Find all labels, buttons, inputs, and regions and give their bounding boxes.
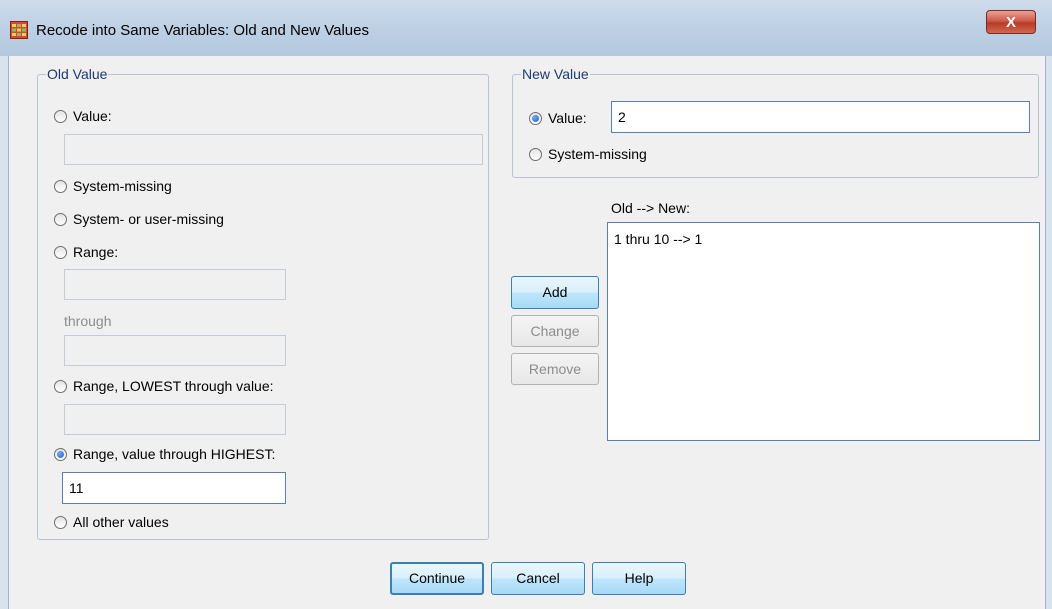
title-bar: Recode into Same Variables: Old and New … bbox=[0, 0, 1052, 56]
old-value-input[interactable] bbox=[64, 134, 483, 165]
cancel-button[interactable]: Cancel bbox=[491, 562, 585, 595]
radio-checked-icon bbox=[54, 447, 67, 461]
radio-icon bbox=[54, 379, 67, 393]
old-all-other-label: All other values bbox=[73, 514, 169, 530]
old-value-radio[interactable]: Value: bbox=[54, 108, 112, 124]
range-lowest-input[interactable] bbox=[64, 404, 286, 435]
old-system-or-user-missing-label: System- or user-missing bbox=[73, 211, 224, 227]
old-system-missing-radio[interactable]: System-missing bbox=[54, 178, 172, 194]
radio-icon bbox=[54, 515, 67, 529]
old-value-label: Value: bbox=[73, 108, 112, 124]
old-new-label: Old --> New: bbox=[611, 200, 690, 216]
radio-icon bbox=[529, 147, 542, 161]
radio-icon bbox=[54, 212, 67, 226]
radio-icon bbox=[54, 179, 67, 193]
range-from-input[interactable] bbox=[64, 269, 286, 300]
old-range-radio[interactable]: Range: bbox=[54, 244, 118, 260]
new-system-missing-label: System-missing bbox=[548, 146, 647, 162]
dialog-body: Old Value Value: System-missing System- … bbox=[8, 56, 1046, 609]
new-value-legend: New Value bbox=[521, 66, 590, 82]
old-range-highest-label: Range, value through HIGHEST: bbox=[73, 446, 276, 462]
new-value-input[interactable]: 2 bbox=[611, 101, 1030, 133]
range-to-input[interactable] bbox=[64, 335, 286, 366]
radio-icon bbox=[54, 109, 67, 123]
change-button[interactable]: Change bbox=[511, 315, 599, 347]
old-system-or-user-missing-radio[interactable]: System- or user-missing bbox=[54, 211, 224, 227]
radio-icon bbox=[54, 245, 67, 259]
old-range-label: Range: bbox=[73, 244, 119, 260]
new-value-radio[interactable]: Value: bbox=[529, 110, 587, 126]
close-button[interactable]: X bbox=[986, 10, 1036, 34]
old-value-legend: Old Value bbox=[46, 66, 109, 82]
range-highest-input[interactable]: 11 bbox=[62, 472, 286, 504]
old-range-highest-radio[interactable]: Range, value through HIGHEST: bbox=[54, 446, 275, 462]
new-value-label: Value: bbox=[548, 110, 587, 126]
through-label: through bbox=[64, 313, 112, 329]
spss-table-icon bbox=[10, 21, 28, 39]
new-system-missing-radio[interactable]: System-missing bbox=[529, 146, 647, 162]
old-range-lowest-label: Range, LOWEST through value: bbox=[73, 378, 274, 394]
list-item[interactable]: 1 thru 10 --> 1 bbox=[614, 231, 702, 247]
old-new-list[interactable]: 1 thru 10 --> 1 bbox=[607, 222, 1040, 441]
continue-button[interactable]: Continue bbox=[390, 562, 484, 595]
old-range-lowest-radio[interactable]: Range, LOWEST through value: bbox=[54, 378, 274, 394]
help-button[interactable]: Help bbox=[592, 562, 686, 595]
remove-button[interactable]: Remove bbox=[511, 353, 599, 385]
old-all-other-radio[interactable]: All other values bbox=[54, 514, 169, 530]
old-system-missing-label: System-missing bbox=[73, 178, 172, 194]
window-title: Recode into Same Variables: Old and New … bbox=[36, 22, 369, 39]
add-button[interactable]: Add bbox=[511, 276, 599, 309]
radio-checked-icon bbox=[529, 111, 542, 125]
